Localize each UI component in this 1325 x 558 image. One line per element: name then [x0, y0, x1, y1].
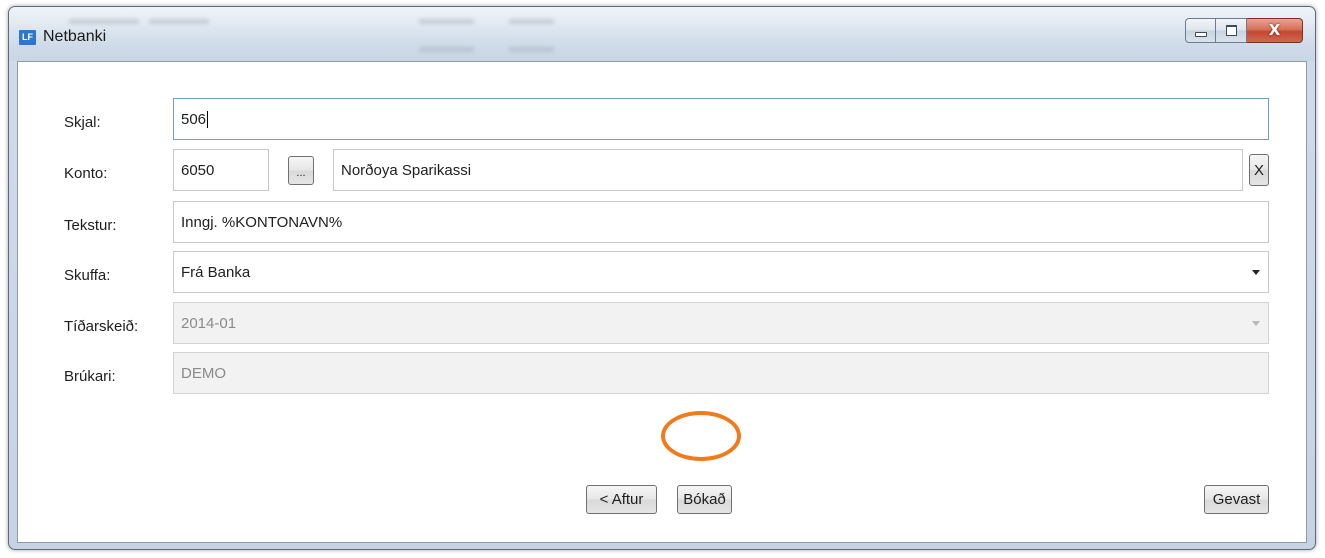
skjal-label: Skjal: [64, 114, 101, 131]
maximize-button[interactable] [1216, 18, 1247, 43]
blurred-background [69, 19, 139, 24]
chevron-down-icon [1252, 321, 1260, 326]
netbanki-window: LF Netbanki X Skjal: 506 Konto: 6050 ...… [8, 6, 1316, 550]
text-caret [207, 110, 209, 128]
minimize-button[interactable] [1185, 18, 1216, 43]
brukari-label: Brúkari: [64, 368, 116, 385]
close-button[interactable]: X [1247, 18, 1303, 43]
blurred-background [509, 47, 554, 52]
blurred-background [419, 19, 474, 24]
cancel-button[interactable]: Gevast [1204, 485, 1269, 514]
skjal-input[interactable]: 506 [173, 98, 1269, 140]
skuffa-selected-value: Frá Banka [181, 263, 251, 281]
chevron-down-icon [1252, 270, 1260, 275]
tekstur-value: Inngj. %KONTONAVN% [181, 213, 343, 231]
blurred-background [419, 47, 474, 52]
brukari-input: DEMO [173, 352, 1269, 394]
konto-browse-button[interactable]: ... [288, 156, 314, 185]
close-icon: X [1268, 21, 1281, 39]
skuffa-dropdown[interactable]: Frá Banka [173, 251, 1269, 293]
konto-name-value: Norðoya Sparikassi [341, 161, 472, 179]
tidarskeid-dropdown: 2014-01 [173, 302, 1269, 344]
konto-label: Konto: [64, 165, 108, 182]
window-controls: X [1185, 18, 1303, 43]
skjal-value: 506 [181, 110, 207, 128]
tidarskeid-selected-value: 2014-01 [181, 314, 237, 332]
tekstur-input[interactable]: Inngj. %KONTONAVN% [173, 201, 1269, 243]
konto-name-input[interactable]: Norðoya Sparikassi [333, 149, 1243, 191]
tidarskeid-label: Tíðarskeið: [64, 318, 139, 335]
book-button[interactable]: Bókað [677, 485, 732, 514]
form-panel: Skjal: 506 Konto: 6050 ... Norðoya Spari… [17, 61, 1307, 543]
konto-number-value: 6050 [181, 161, 215, 179]
window-title: Netbanki [43, 28, 107, 45]
skuffa-label: Skuffa: [64, 267, 111, 284]
minimize-icon [1194, 32, 1207, 37]
app-logo-icon: LF [19, 30, 36, 45]
blurred-background [509, 19, 554, 24]
back-button[interactable]: < Aftur [586, 485, 657, 514]
konto-clear-button[interactable]: X [1249, 154, 1269, 186]
tekstur-label: Tekstur: [64, 217, 117, 234]
konto-number-input[interactable]: 6050 [173, 149, 269, 191]
title-bar[interactable]: LF Netbanki X [9, 7, 1315, 61]
maximize-icon [1225, 25, 1237, 36]
blurred-background [149, 19, 209, 24]
brukari-value: DEMO [181, 364, 226, 382]
